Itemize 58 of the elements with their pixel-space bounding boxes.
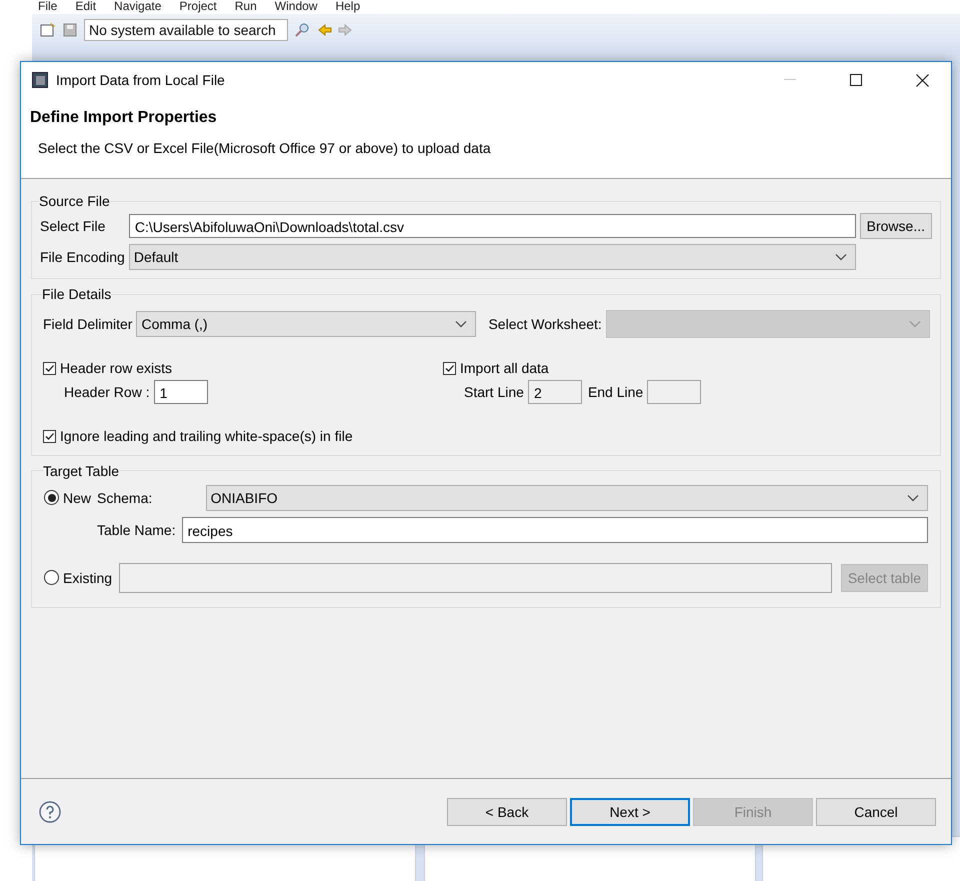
field-label: Header Row : [64,384,150,400]
menu-item[interactable]: File [38,0,58,14]
page-heading: Define Import Properties [30,109,217,127]
page-description: Select the CSV or Excel File(Microsoft Office 97 or above) to upload data [38,140,492,156]
field-label: End Line [588,384,644,400]
checkbox-label: Import all data [460,360,549,376]
field-label: Table Name: [97,522,176,538]
chevron-down-icon [455,320,468,328]
menu-item[interactable]: Project [179,0,217,14]
menu-item[interactable]: Edit [75,0,96,14]
wizard-button[interactable]: Cancel [816,798,936,826]
search-icon[interactable] [294,23,310,37]
checkbox[interactable] [43,430,56,442]
checkbox[interactable] [43,362,56,374]
checkbox-label: Header row exists [60,360,172,376]
menu-item[interactable]: Help [335,0,360,14]
checkbox[interactable] [443,362,456,374]
group-label: Target Table [43,462,120,478]
checkbox-label: Ignore leading and trailing white-space(s) in file [60,428,353,444]
app-icon [32,72,48,88]
radio-label: Existing [63,570,112,586]
field-label: Schema: [97,490,154,506]
table-name-field[interactable]: recipes [182,516,928,542]
field-label: Start Line [464,384,524,400]
chevron-down-icon [834,253,847,261]
maximize-icon[interactable] [850,74,862,86]
menu-item[interactable]: Window [274,0,318,14]
window-title: Import Data from Local File [56,72,226,88]
group-label: File Details [42,286,112,302]
encoding-dropdown[interactable]: Default [128,244,856,270]
wizard-button[interactable]: < Back [447,798,567,826]
menu-item[interactable]: Navigate [114,0,162,14]
radio-button[interactable] [44,570,59,585]
help-icon[interactable] [39,800,61,822]
header-row-field[interactable]: 1 [154,380,208,404]
chevron-down-icon [907,494,919,502]
menu-item[interactable]: Run [234,0,257,14]
field-label: File Encoding [40,249,125,265]
end-line-field[interactable] [647,380,702,404]
field-label: Select Worksheet: [488,316,602,332]
radio-label: New [63,490,92,506]
search-field[interactable]: No system available to search [84,19,288,41]
new-file-icon[interactable] [40,23,56,37]
browse-button[interactable]: Browse... [860,213,932,239]
chevron-down-icon [909,320,921,328]
field-label: Field Delimiter [43,316,132,332]
radio-button[interactable] [44,490,59,505]
close-icon[interactable] [916,74,928,86]
save-icon[interactable] [62,23,78,37]
start-line-field[interactable]: 2 [528,380,582,404]
existing-table-field[interactable] [119,562,832,592]
wizard-button[interactable]: Next > [570,798,690,826]
schema-dropdown[interactable]: ONIABIFO [206,484,928,510]
file-path-field[interactable]: C:\Users\AbifoluwaOni\Downloads\total.csv [128,214,856,238]
field-label: Select File [40,218,106,234]
back-arrow-icon[interactable] [316,23,332,37]
group-label: Source File [39,193,110,209]
delimiter-dropdown[interactable]: Comma (,) [136,311,476,337]
